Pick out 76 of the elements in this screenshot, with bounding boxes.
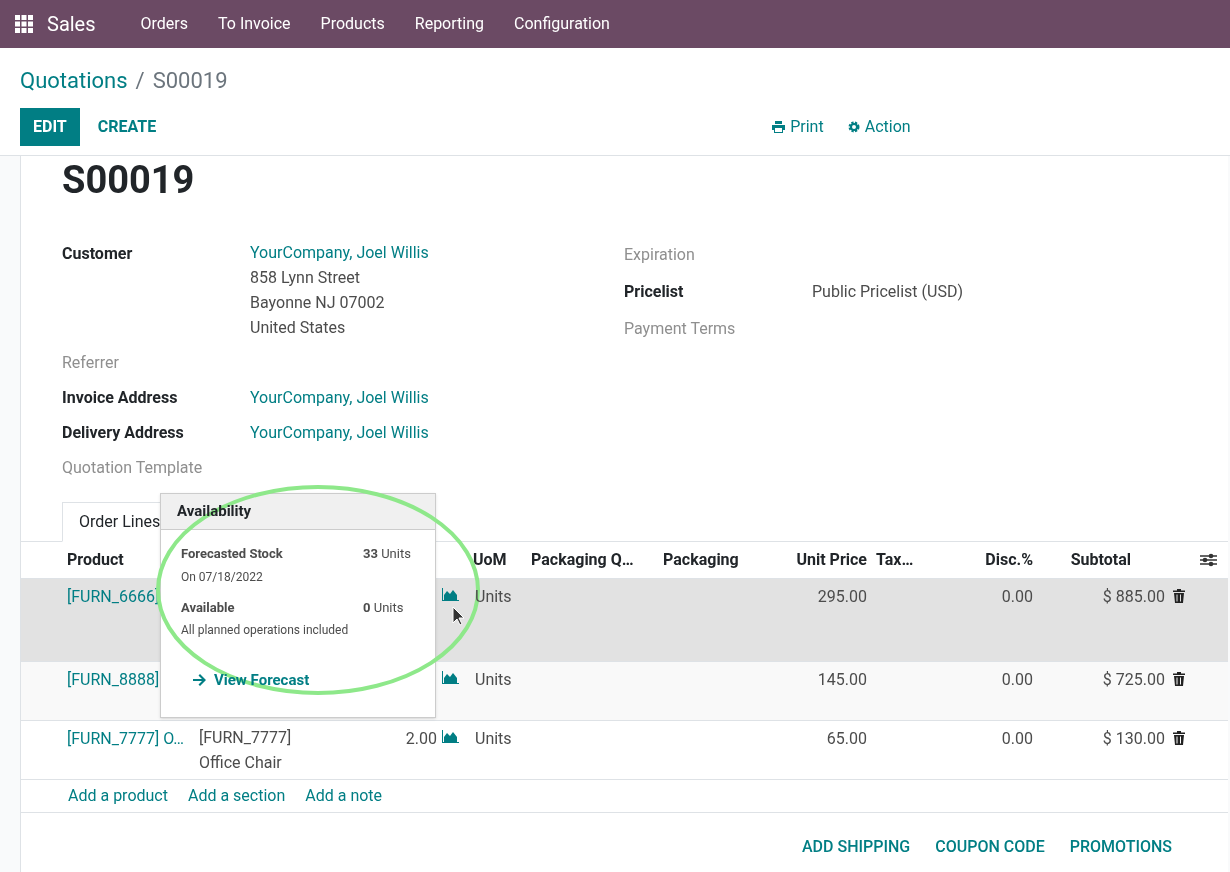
printer-icon — [772, 121, 786, 133]
field-label: Customer — [62, 243, 134, 265]
gear-icon — [847, 121, 860, 133]
field-value: Public Pricelist (USD) — [812, 280, 963, 303]
area-chart-icon[interactable] — [441, 730, 459, 744]
menu-item[interactable]: To Invoice — [203, 12, 306, 36]
address-line: 858 Lynn Street — [250, 267, 361, 289]
description-line: Office Chair — [199, 752, 283, 774]
field-label: Payment Terms — [624, 317, 737, 340]
field-label: Pricelist — [624, 280, 685, 303]
column-settings-icon[interactable] — [1200, 553, 1217, 567]
field-label: Quotation Template — [62, 456, 204, 479]
column-header[interactable]: UoM — [471, 548, 526, 572]
field-label: Delivery Address — [62, 421, 185, 444]
uom-cell-text: Units — [474, 728, 513, 750]
discount-cell-text: 0.00 — [1000, 586, 1034, 608]
print-button[interactable]: Print — [772, 115, 824, 139]
subtotal-cell-text: $ 725.00 — [1102, 669, 1165, 691]
menu-item[interactable]: Reporting — [399, 12, 499, 36]
available-label: Available — [181, 598, 235, 617]
menu-item[interactable]: Products — [305, 12, 400, 36]
column-header[interactable]: Packaging — [658, 548, 756, 572]
address-line: Bayonne NJ 07002 — [250, 292, 386, 314]
available-note: All planned operations included — [181, 622, 350, 639]
forecast-value: 33 Units — [363, 545, 412, 563]
action-button[interactable]: Action — [847, 115, 911, 139]
arrow-right-icon — [193, 674, 206, 687]
field-link[interactable]: YourCompany, Joel Willis — [250, 385, 429, 410]
breadcrumb-link[interactable]: Quotations — [20, 64, 128, 97]
trash-icon[interactable] — [1173, 589, 1185, 603]
footer-button[interactable]: COUPON CODE — [935, 835, 1045, 859]
uom-cell-text: Units — [474, 669, 513, 691]
available-value: 0 Units — [363, 598, 405, 617]
forecast-label: Forecasted Stock — [181, 545, 283, 563]
create-button[interactable]: CREATE — [79, 108, 175, 146]
area-chart-icon[interactable] — [441, 671, 459, 685]
field-label: Referrer — [62, 351, 120, 374]
trash-icon[interactable] — [1173, 672, 1185, 686]
field-label: Invoice Address — [62, 386, 179, 409]
field-label: Expiration — [624, 243, 696, 266]
column-header[interactable]: Subtotal — [1038, 548, 1191, 572]
address-line: United States — [250, 317, 347, 339]
breadcrumb-separator: / — [135, 67, 145, 95]
unit-price-cell-text: 65.00 — [825, 728, 868, 750]
record-title: S00019 — [62, 158, 196, 202]
edit-button[interactable]: EDIT — [20, 108, 80, 146]
column-header[interactable]: Packaging Q… — [526, 548, 658, 572]
discount-cell-text: 0.00 — [1000, 728, 1034, 750]
unit-price-cell-text: 295.00 — [816, 586, 868, 608]
add-line-link[interactable]: Add a note — [305, 784, 383, 808]
menu-item[interactable]: Configuration — [499, 12, 625, 36]
add-line-link[interactable]: Add a product — [68, 784, 168, 808]
trash-icon[interactable] — [1173, 731, 1185, 745]
field-link[interactable]: YourCompany, Joel Willis — [250, 420, 429, 445]
mouse-pointer-icon — [452, 606, 464, 626]
subtotal-cell-text: $ 885.00 — [1102, 586, 1165, 608]
footer-button[interactable]: PROMOTIONS — [1069, 835, 1172, 859]
column-header[interactable]: Unit Price — [756, 548, 872, 572]
discount-cell-text: 0.00 — [1000, 669, 1034, 691]
menu-item[interactable]: Orders — [125, 12, 203, 36]
quantity-cell: 2.00 — [405, 729, 437, 748]
add-line-link[interactable]: Add a section — [187, 784, 286, 808]
area-chart-icon[interactable] — [441, 588, 459, 602]
customer-link[interactable]: YourCompany, Joel Willis — [250, 240, 429, 265]
popover-title-text: Availability — [177, 501, 252, 523]
breadcrumb-current: S00019 — [152, 67, 228, 95]
app-title[interactable]: Sales — [47, 9, 96, 39]
unit-price-cell-text: 145.00 — [816, 669, 868, 691]
column-header[interactable]: Tax… — [872, 548, 923, 572]
description-line: [FURN_7777] — [199, 727, 293, 749]
view-forecast-link[interactable]: View Forecast — [193, 669, 310, 692]
footer-button[interactable]: ADD SHIPPING — [802, 835, 911, 859]
column-header[interactable]: Disc.% — [923, 548, 1038, 572]
subtotal-cell-text: $ 130.00 — [1102, 728, 1165, 750]
product-link[interactable]: [FURN_7777] O… — [61, 727, 191, 779]
app-grid-icon[interactable] — [15, 15, 33, 33]
